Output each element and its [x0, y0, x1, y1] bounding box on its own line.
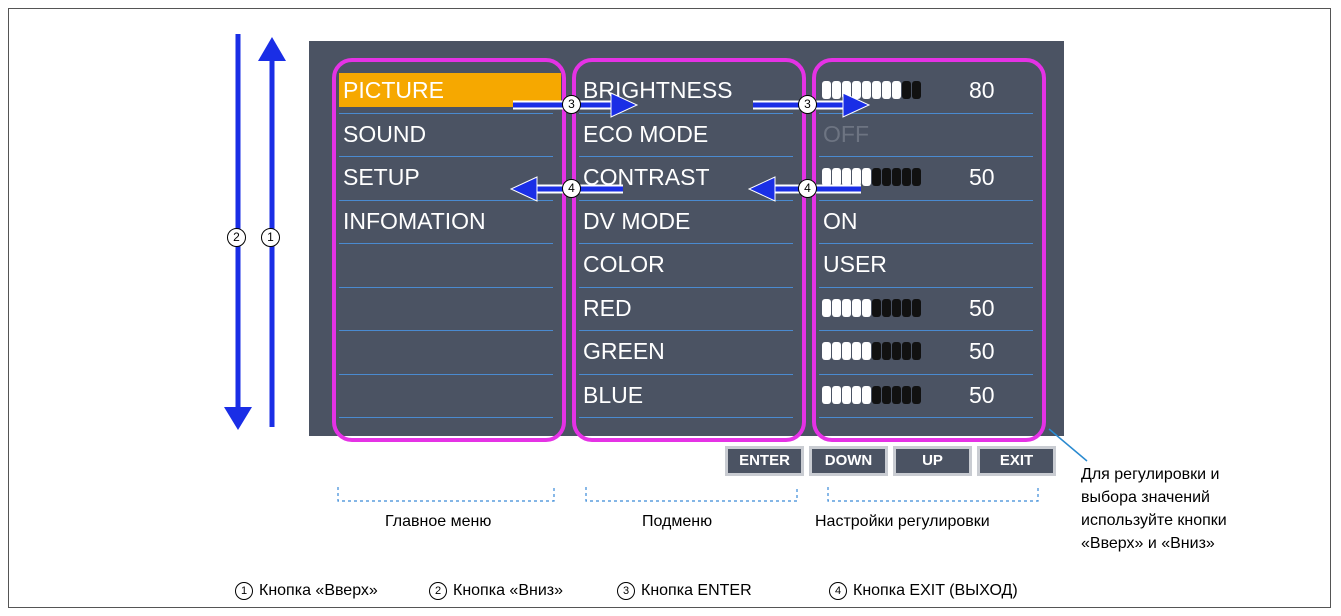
- legend-label: Кнопка ENTER: [641, 582, 752, 599]
- adjustment-caption: Настройки регулировки: [815, 513, 990, 530]
- dashed-brackets: [337, 487, 1039, 502]
- legend-item-down: 2 Кнопка «Вниз»: [429, 582, 563, 600]
- legend-item-exit: 4 Кнопка EXIT (ВЫХОД): [829, 582, 1018, 600]
- marker-up: 1: [261, 228, 280, 247]
- legend-label: Кнопка «Вверх»: [259, 582, 378, 599]
- exit-button[interactable]: EXIT: [977, 446, 1056, 476]
- up-button[interactable]: UP: [893, 446, 972, 476]
- enter-button[interactable]: ENTER: [725, 446, 804, 476]
- main-menu-caption: Главное меню: [385, 513, 492, 530]
- legend-label: Кнопка EXIT (ВЫХОД): [853, 582, 1018, 599]
- usage-note: Для регулировки и выбора значений исполь…: [1081, 463, 1227, 555]
- marker-exit-2: 4: [798, 179, 817, 198]
- usage-note-line: выбора значений: [1081, 489, 1210, 506]
- legend-item-enter: 3 Кнопка ENTER: [617, 582, 752, 600]
- legend-item-up: 1 Кнопка «Вверх»: [235, 582, 378, 600]
- legend-label: Кнопка «Вниз»: [453, 582, 563, 599]
- legend-number: 2: [429, 582, 447, 600]
- submenu-caption: Подменю: [642, 513, 713, 530]
- diagram-frame: PICTURE SOUND SETUP INFOMATION BRIGHTNESS EC…: [8, 8, 1331, 608]
- usage-note-line: используйте кнопки: [1081, 512, 1227, 529]
- legend-number: 1: [235, 582, 253, 600]
- legend-number: 3: [617, 582, 635, 600]
- marker-enter-2: 3: [798, 95, 817, 114]
- usage-note-line: Для регулировки и: [1081, 466, 1220, 483]
- marker-enter-1: 3: [562, 95, 581, 114]
- usage-note-line: «Вверх» и «Вниз»: [1081, 535, 1215, 552]
- marker-down: 2: [227, 228, 246, 247]
- marker-exit-1: 4: [562, 179, 581, 198]
- down-button[interactable]: DOWN: [809, 446, 888, 476]
- legend-number: 4: [829, 582, 847, 600]
